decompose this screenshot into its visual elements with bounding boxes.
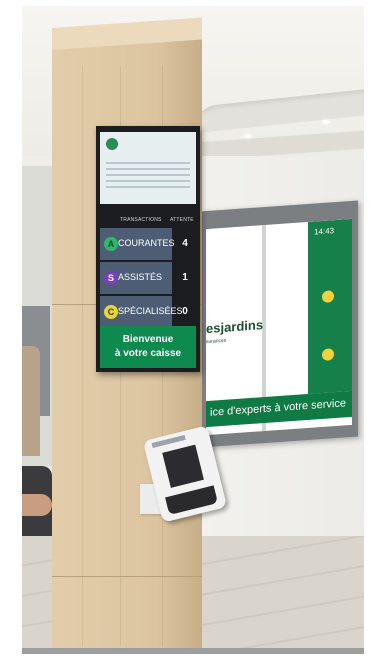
bottom-edge [22, 648, 364, 654]
queue-row: A COURANTES 4 [100, 228, 196, 262]
queue-letter-badge: S [104, 271, 118, 285]
pillar-seam [52, 576, 202, 577]
person-arm [22, 494, 52, 516]
queue-letter-badge: A [104, 237, 118, 251]
queue-cell: A COURANTES [100, 228, 175, 260]
ceiling-light [244, 134, 252, 138]
weather-sun-icon [322, 290, 334, 303]
header-waiting: ATTENTE [170, 217, 194, 223]
welcome-banner: Bienvenue à votre caisse [100, 326, 196, 368]
wall-screen: esjardins surances 14:43 ice d'experts à… [200, 200, 358, 448]
kiosk-header-area [100, 132, 196, 204]
ceiling-light [322, 120, 330, 124]
queue-cell: S ASSISTÉS [100, 262, 172, 294]
queue-count: 4 [182, 238, 188, 249]
clock: 14:43 [314, 226, 335, 237]
queue-label: COURANTES [118, 238, 175, 248]
welcome-line-1: Bienvenue [122, 334, 174, 345]
photo: esjardins surances 14:43 ice d'experts à… [22, 6, 364, 654]
wood-grain [82, 66, 83, 646]
header-transactions: TRANSACTIONS [120, 217, 162, 223]
brand-text: esjardins [206, 317, 264, 337]
queue-row: S ASSISTÉS 1 [100, 262, 196, 296]
weather-sun-icon [322, 348, 334, 361]
kiosk-column-headers: TRANSACTIONS ATTENTE [100, 216, 196, 226]
queue-label: SPÉCIALISÉES [118, 306, 183, 316]
info-text-lines [106, 162, 190, 192]
kiosk-display: TRANSACTIONS ATTENTE A COURANTES 4 S ASS… [96, 126, 200, 372]
person [22, 346, 40, 456]
terminal-label-strip [151, 434, 186, 449]
queue-count: 0 [182, 306, 188, 317]
brand-subtitle: surances [206, 337, 227, 346]
tagline: ice d'experts à votre service [210, 397, 346, 419]
desjardins-logo-icon [106, 138, 118, 150]
queue-count: 1 [182, 272, 188, 283]
wall-screen-display: esjardins surances 14:43 ice d'experts à… [206, 218, 352, 436]
queue-letter-badge: C [104, 305, 118, 319]
tagline-bar: ice d'experts à votre service [206, 390, 352, 428]
queue-row: C SPÉCIALISÉES 0 [100, 296, 196, 330]
queue-cell: C SPÉCIALISÉES [100, 296, 183, 328]
terminal-base [165, 485, 218, 515]
weather-panel: 14:43 [308, 218, 352, 394]
terminal-screen [162, 444, 204, 488]
welcome-line-2: à votre caisse [114, 348, 182, 359]
queue-label: ASSISTÉS [118, 272, 163, 282]
